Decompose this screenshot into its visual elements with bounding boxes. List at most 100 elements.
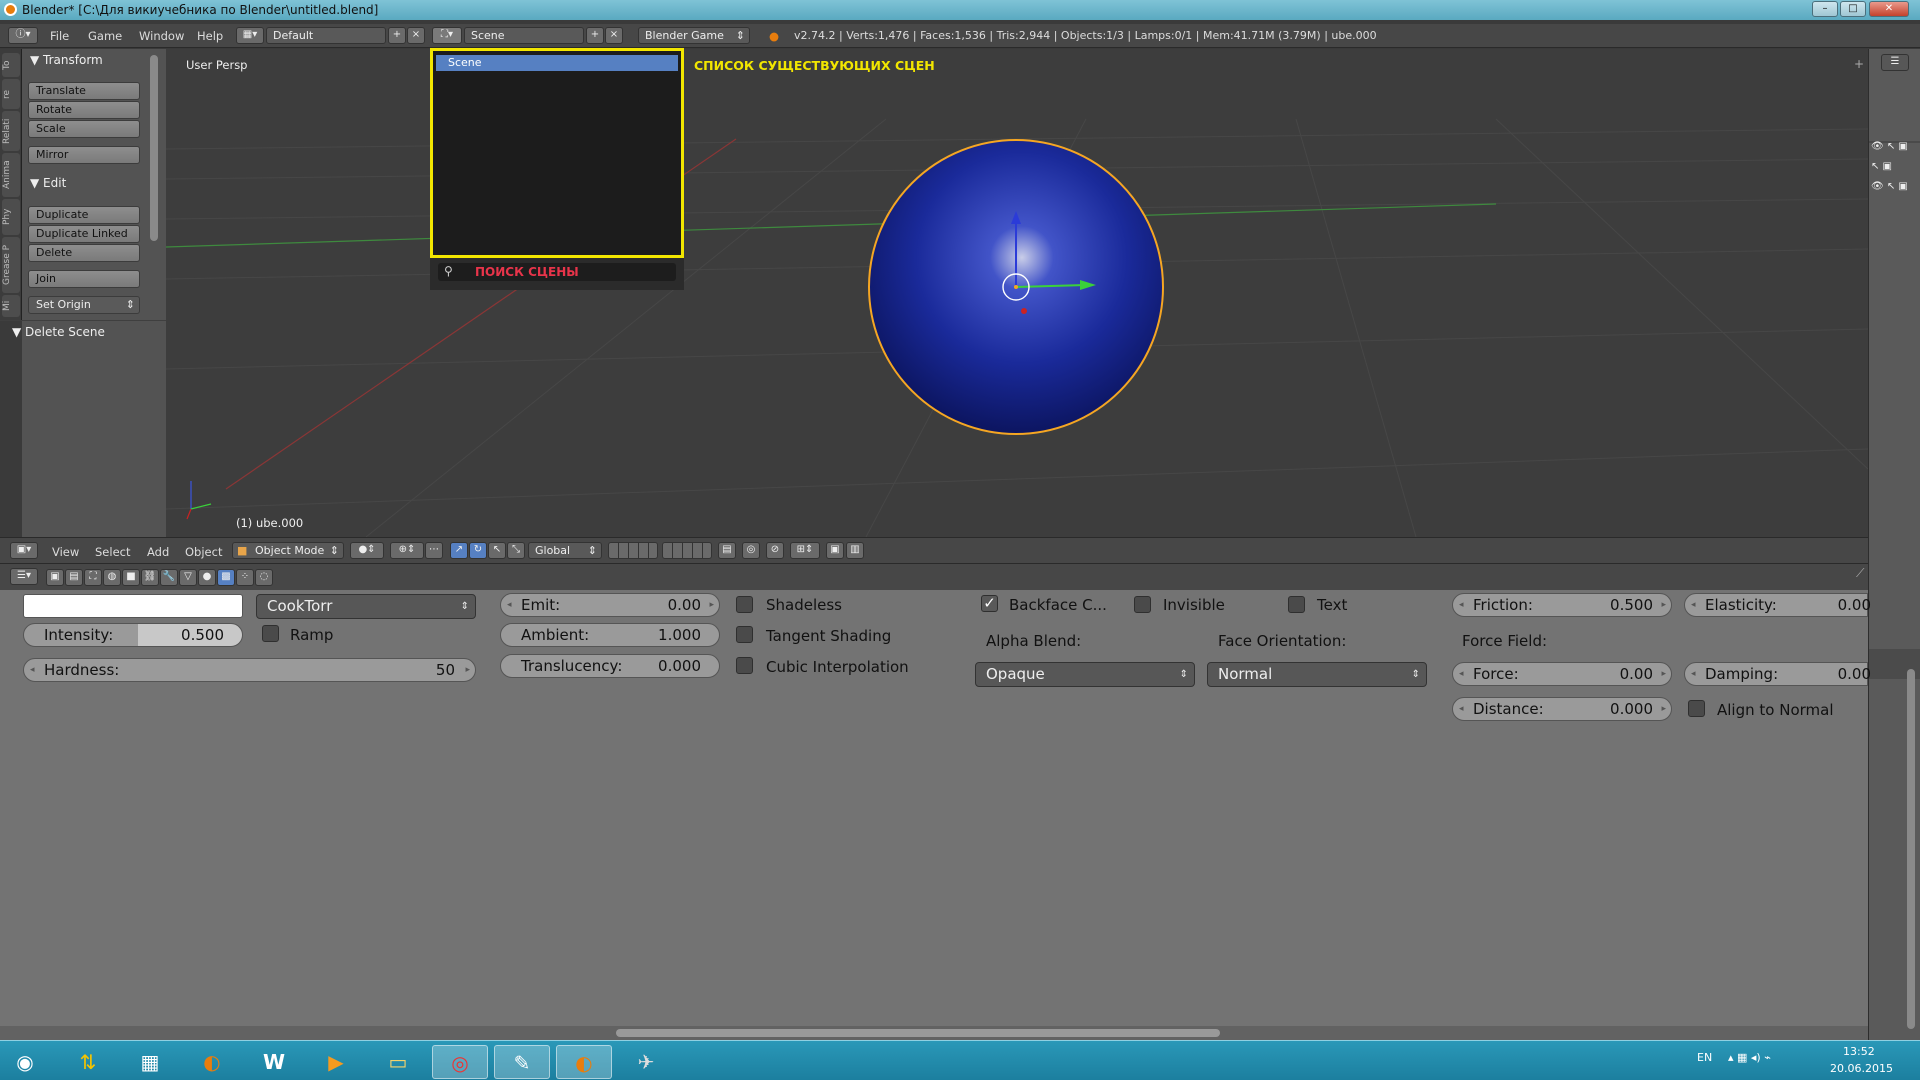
- shadeless-checkbox[interactable]: [736, 596, 753, 613]
- delete-button[interactable]: Delete: [28, 244, 140, 262]
- set-origin-dropdown[interactable]: Set Origin ⇕: [28, 296, 140, 314]
- object-tab-icon[interactable]: ■: [122, 569, 140, 586]
- pivot-dropdown[interactable]: ⊕⇕: [390, 542, 424, 559]
- tangent-shading-checkbox[interactable]: [736, 626, 753, 643]
- physics-tab-icon[interactable]: ◌: [255, 569, 273, 586]
- layer-buttons-1[interactable]: [608, 542, 658, 559]
- view-add-icon[interactable]: +: [1854, 57, 1864, 71]
- scene-list-item[interactable]: Scene: [436, 55, 678, 71]
- clock-date[interactable]: 20.06.2015: [1830, 1062, 1893, 1075]
- scene-name-field[interactable]: Scene: [464, 27, 584, 44]
- invisible-checkbox[interactable]: [1134, 596, 1151, 613]
- menu-add[interactable]: Add: [147, 545, 169, 559]
- snap-element-dropdown[interactable]: ⊞⇕: [790, 542, 820, 559]
- proportional-edit-icon[interactable]: ◎: [742, 542, 760, 559]
- specular-shader-dropdown[interactable]: CookTorr ⇕: [256, 594, 476, 619]
- translate-button[interactable]: Translate: [28, 82, 140, 100]
- material-tab-icon[interactable]: ●: [198, 569, 216, 586]
- force-field[interactable]: ◂ Force: 0.00 ▸: [1452, 662, 1672, 686]
- paint-icon[interactable]: ✎: [494, 1045, 550, 1079]
- hardness-field[interactable]: ◂ Hardness: 50 ▸: [23, 658, 476, 682]
- transform-icon[interactable]: ⤡: [507, 542, 525, 559]
- menu-file[interactable]: File: [50, 29, 69, 43]
- tab-relations[interactable]: Relati: [2, 111, 20, 151]
- text-checkbox[interactable]: [1288, 596, 1305, 613]
- toolshelf-scrollbar[interactable]: [150, 55, 158, 241]
- render-preview-icon[interactable]: ▣: [826, 542, 844, 559]
- minimize-button[interactable]: –: [1812, 1, 1838, 17]
- close-window-button[interactable]: ✕: [1869, 1, 1909, 17]
- manipulator-icon[interactable]: ⋯: [425, 542, 443, 559]
- duplicate-button[interactable]: Duplicate: [28, 206, 140, 224]
- remove-layout-icon[interactable]: ×: [407, 27, 425, 44]
- panel-header-operator[interactable]: ▼ Delete Scene: [12, 325, 105, 339]
- maximize-button[interactable]: □: [1840, 1, 1866, 17]
- visibility-icon[interactable]: 👁 ↖ ▣: [1871, 141, 1908, 152]
- screen-layout-field[interactable]: Default: [266, 27, 386, 44]
- menu-select[interactable]: Select: [95, 545, 130, 559]
- language-indicator[interactable]: EN: [1697, 1051, 1712, 1064]
- tab-physics[interactable]: Phy: [2, 199, 20, 235]
- modifiers-tab-icon[interactable]: 🔧: [160, 569, 178, 586]
- blender-icon[interactable]: ◐: [184, 1045, 240, 1079]
- scale-manipulator-icon[interactable]: ↖: [488, 542, 506, 559]
- face-orientation-dropdown[interactable]: Normal ⇕: [1207, 662, 1427, 687]
- menu-game[interactable]: Game: [88, 29, 122, 43]
- delete-scene-icon[interactable]: ×: [605, 27, 623, 44]
- editor-type-icon[interactable]: ⓘ▾: [8, 27, 38, 44]
- duplicate-linked-button[interactable]: Duplicate Linked: [28, 225, 140, 243]
- rotate-button[interactable]: Rotate: [28, 101, 140, 119]
- blender-active-icon[interactable]: ◐: [556, 1045, 612, 1079]
- tab-tools[interactable]: To: [2, 53, 20, 77]
- add-layout-icon[interactable]: +: [388, 27, 406, 44]
- select-icon[interactable]: ↖ ▣: [1871, 161, 1892, 172]
- particles-tab-icon[interactable]: ⁘: [236, 569, 254, 586]
- ambient-field[interactable]: Ambient: 1.000: [500, 623, 720, 647]
- scene-tab-icon[interactable]: ⛶: [84, 569, 102, 586]
- damping-field[interactable]: ◂ Damping: 0.00: [1684, 662, 1871, 686]
- layer-buttons-2[interactable]: [662, 542, 712, 559]
- shading-dropdown[interactable]: ●⇕: [350, 542, 384, 559]
- file-explorer-icon[interactable]: ▭: [370, 1045, 426, 1079]
- orientation-dropdown[interactable]: Global ⇕: [528, 542, 602, 559]
- scale-button[interactable]: Scale: [28, 120, 140, 138]
- align-to-normal-checkbox[interactable]: [1688, 700, 1705, 717]
- render-icon[interactable]: 👁 ↖ ▣: [1871, 181, 1908, 192]
- join-button[interactable]: Join: [28, 270, 140, 288]
- data-tab-icon[interactable]: ▽: [179, 569, 197, 586]
- chrome-icon[interactable]: ◎: [432, 1045, 488, 1079]
- tab-grease-pencil[interactable]: Grease P: [2, 237, 20, 293]
- tray-icons[interactable]: ▴ ▦ ◂) ⌁: [1728, 1051, 1771, 1064]
- tab-misc[interactable]: Mi: [2, 295, 20, 317]
- constraints-tab-icon[interactable]: ⛓: [141, 569, 159, 586]
- diffuse-color-swatch[interactable]: [23, 594, 243, 618]
- editor-type-icon[interactable]: ☰▾: [10, 568, 38, 585]
- emit-field[interactable]: ◂ Emit: 0.00 ▸: [500, 593, 720, 617]
- torrent-icon[interactable]: ⇅: [60, 1045, 116, 1079]
- world-tab-icon[interactable]: ◍: [103, 569, 121, 586]
- distance-field[interactable]: ◂ Distance: 0.000 ▸: [1452, 697, 1672, 721]
- properties-scrollbar[interactable]: [1907, 669, 1915, 1029]
- render-animation-icon[interactable]: ▥: [846, 542, 864, 559]
- editor-type-icon[interactable]: ▣▾: [10, 542, 38, 559]
- rotate-manipulator-icon[interactable]: ↻: [469, 542, 487, 559]
- render-tab-icon[interactable]: ▣: [46, 569, 64, 586]
- backface-culling-checkbox[interactable]: ✓: [981, 595, 998, 612]
- alpha-blend-dropdown[interactable]: Opaque ⇕: [975, 662, 1195, 687]
- intensity-field[interactable]: Intensity: 0.500: [23, 623, 243, 647]
- menu-view[interactable]: View: [52, 545, 79, 559]
- lock-layers-icon[interactable]: ▤: [718, 542, 736, 559]
- panel-header-edit[interactable]: ▼ Edit: [30, 176, 66, 190]
- corner-handle-icon[interactable]: ⟋: [1856, 566, 1864, 581]
- ramp-checkbox[interactable]: [262, 625, 279, 642]
- apps-icon[interactable]: ▦: [122, 1045, 178, 1079]
- editor-type-icon[interactable]: ☰: [1881, 54, 1909, 71]
- render-layers-tab-icon[interactable]: ▤: [65, 569, 83, 586]
- screen-layout-icon[interactable]: ▦▾: [236, 27, 264, 44]
- snap-icon[interactable]: ⊘: [766, 542, 784, 559]
- mirror-button[interactable]: Mirror: [28, 146, 140, 164]
- windows-start-icon[interactable]: ◉: [0, 1045, 50, 1079]
- menu-window[interactable]: Window: [139, 29, 184, 43]
- elasticity-field[interactable]: ◂ Elasticity: 0.00: [1684, 593, 1871, 617]
- translucency-field[interactable]: Translucency: 0.000: [500, 654, 720, 678]
